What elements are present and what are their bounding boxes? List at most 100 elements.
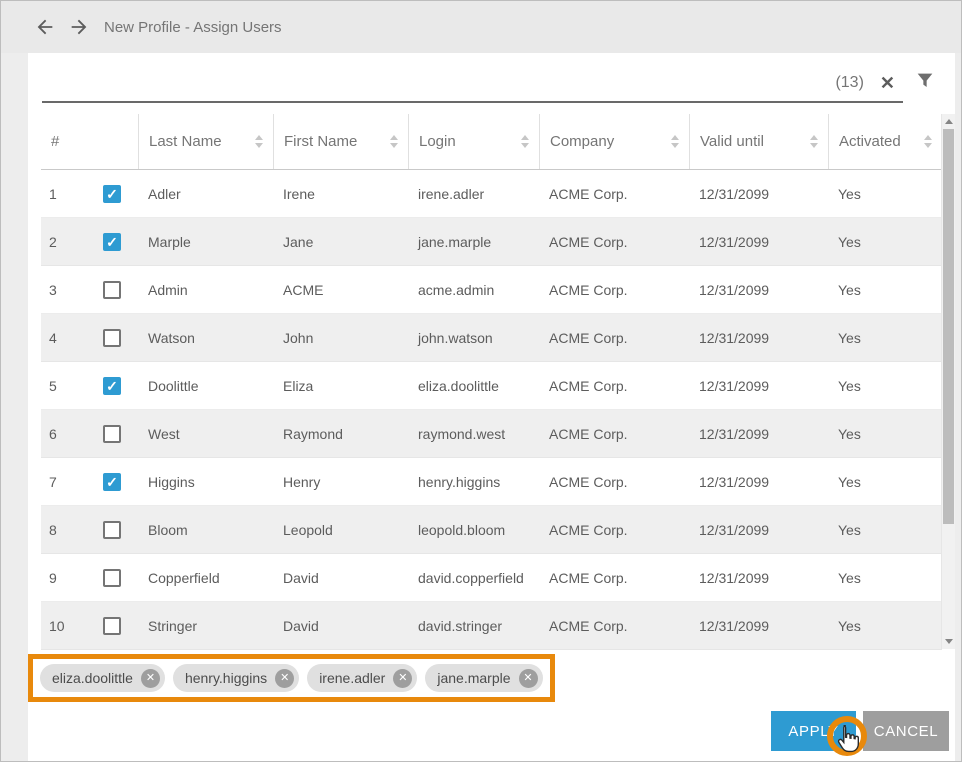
row-checkbox[interactable]: ✓ [103, 185, 121, 203]
cell-first-name: Jane [273, 234, 408, 250]
chip-remove-button[interactable]: ✕ [141, 669, 160, 688]
sort-icon[interactable] [513, 135, 529, 148]
row-checkbox[interactable] [103, 569, 121, 587]
table-body: 1 ✓ Adler Irene irene.adler ACME Corp. 1… [41, 170, 941, 650]
cell-company: ACME Corp. [539, 282, 689, 298]
vertical-scrollbar[interactable] [942, 114, 955, 649]
row-number: 4 [49, 330, 103, 346]
table-row[interactable]: 2 ✓ Marple Jane jane.marple ACME Corp. 1… [41, 218, 941, 266]
cell-number: 1 ✓ [41, 185, 138, 203]
column-header[interactable]: # [41, 114, 138, 169]
table-row[interactable]: 10 Stringer David david.stringer ACME Co… [41, 602, 941, 650]
row-number: 3 [49, 282, 103, 298]
scroll-up-icon[interactable] [942, 114, 955, 129]
cell-company: ACME Corp. [539, 186, 689, 202]
close-icon: ✕ [523, 673, 532, 684]
column-header[interactable]: Company [539, 114, 689, 169]
cell-company: ACME Corp. [539, 474, 689, 490]
filter-funnel-icon[interactable] [914, 70, 936, 92]
row-checkbox[interactable]: ✓ [103, 377, 121, 395]
cell-activated: Yes [828, 474, 942, 490]
selected-user-chip: henry.higgins ✕ [173, 664, 299, 692]
forward-arrow-icon[interactable] [68, 16, 90, 38]
cell-first-name: David [273, 618, 408, 634]
cell-valid-until: 12/31/2099 [689, 378, 828, 394]
row-checkbox[interactable] [103, 617, 121, 635]
sort-icon[interactable] [802, 135, 818, 148]
chip-label: henry.higgins [185, 670, 267, 686]
column-label: Valid until [700, 133, 764, 150]
row-checkbox[interactable] [103, 425, 121, 443]
row-number: 7 [49, 474, 103, 490]
table-row[interactable]: 1 ✓ Adler Irene irene.adler ACME Corp. 1… [41, 170, 941, 218]
table-row[interactable]: 3 Admin ACME acme.admin ACME Corp. 12/31… [41, 266, 941, 314]
cell-last-name: Copperfield [138, 570, 273, 586]
cell-number: 8 [41, 521, 138, 539]
chip-remove-button[interactable]: ✕ [519, 669, 538, 688]
table-row[interactable]: 8 Bloom Leopold leopold.bloom ACME Corp.… [41, 506, 941, 554]
row-checkbox[interactable] [103, 329, 121, 347]
sort-icon[interactable] [916, 135, 932, 148]
scrollbar-thumb[interactable] [943, 129, 954, 524]
chip-label: irene.adler [319, 670, 385, 686]
hand-cursor-icon [833, 724, 861, 754]
chip-remove-button[interactable]: ✕ [275, 669, 294, 688]
chip-label: eliza.doolittle [52, 670, 133, 686]
cell-company: ACME Corp. [539, 234, 689, 250]
table-row[interactable]: 6 West Raymond raymond.west ACME Corp. 1… [41, 410, 941, 458]
close-icon: ✕ [146, 673, 155, 684]
column-label: Login [419, 133, 456, 150]
cell-activated: Yes [828, 234, 942, 250]
column-label: Last Name [149, 133, 222, 150]
scroll-down-icon[interactable] [942, 634, 955, 649]
column-header[interactable]: First Name [273, 114, 408, 169]
cell-first-name: Leopold [273, 522, 408, 538]
back-arrow-icon[interactable] [34, 16, 56, 38]
cell-activated: Yes [828, 570, 942, 586]
cell-number: 9 [41, 569, 138, 587]
cell-first-name: Henry [273, 474, 408, 490]
column-header[interactable]: Login [408, 114, 539, 169]
sort-icon[interactable] [382, 135, 398, 148]
row-number: 8 [49, 522, 103, 538]
chip-remove-button[interactable]: ✕ [393, 669, 412, 688]
table-header-row: # Last Name First Name Login Company Val… [41, 114, 941, 170]
filter-input[interactable] [42, 69, 835, 97]
table-row[interactable]: 7 ✓ Higgins Henry henry.higgins ACME Cor… [41, 458, 941, 506]
cell-number: 6 [41, 425, 138, 443]
page-title: New Profile - Assign Users [104, 19, 282, 36]
filter-field: (13) ✕ [42, 65, 903, 103]
cell-first-name: Irene [273, 186, 408, 202]
cell-login: david.copperfield [408, 570, 539, 586]
table-row[interactable]: 4 Watson John john.watson ACME Corp. 12/… [41, 314, 941, 362]
cell-login: john.watson [408, 330, 539, 346]
cancel-button[interactable]: CANCEL [863, 711, 949, 751]
cell-valid-until: 12/31/2099 [689, 618, 828, 634]
cell-activated: Yes [828, 330, 942, 346]
cell-valid-until: 12/31/2099 [689, 426, 828, 442]
cell-company: ACME Corp. [539, 570, 689, 586]
cell-number: 2 ✓ [41, 233, 138, 251]
column-label: Activated [839, 133, 901, 150]
column-header[interactable]: Last Name [138, 114, 273, 169]
close-icon: ✕ [280, 673, 289, 684]
table-row[interactable]: 9 Copperfield David david.copperfield AC… [41, 554, 941, 602]
table-row[interactable]: 5 ✓ Doolittle Eliza eliza.doolittle ACME… [41, 362, 941, 410]
row-checkbox[interactable]: ✓ [103, 233, 121, 251]
cell-number: 4 [41, 329, 138, 347]
cell-company: ACME Corp. [539, 618, 689, 634]
column-header[interactable]: Activated [828, 114, 942, 169]
sort-icon[interactable] [663, 135, 679, 148]
cell-company: ACME Corp. [539, 330, 689, 346]
selected-user-chip: jane.marple ✕ [425, 664, 542, 692]
row-checkbox[interactable] [103, 281, 121, 299]
column-header[interactable]: Valid until [689, 114, 828, 169]
row-checkbox[interactable] [103, 521, 121, 539]
cell-valid-until: 12/31/2099 [689, 570, 828, 586]
sort-icon[interactable] [247, 135, 263, 148]
cell-login: acme.admin [408, 282, 539, 298]
cell-last-name: Admin [138, 282, 273, 298]
row-checkbox[interactable]: ✓ [103, 473, 121, 491]
cell-last-name: Higgins [138, 474, 273, 490]
clear-filter-icon[interactable]: ✕ [880, 74, 895, 92]
